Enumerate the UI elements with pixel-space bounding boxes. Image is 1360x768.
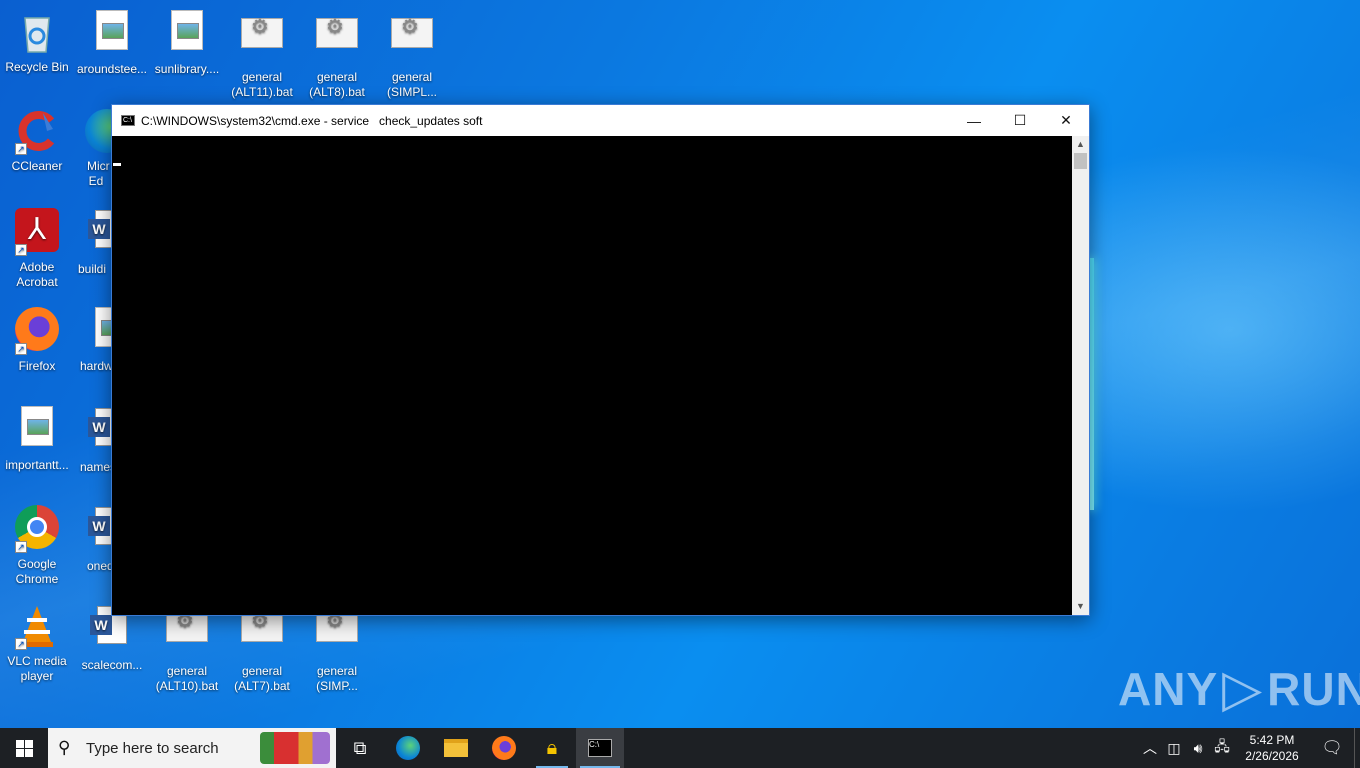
building-doc-icon[interactable]: W buildi xyxy=(75,206,115,277)
acrobat-icon: ⅄ ↗ xyxy=(13,208,61,256)
system-tray: ︿ ◫ 🔊︎ 🖧 5:42 PM 2/26/2026 🗨 xyxy=(1138,728,1360,768)
general-alt11-bat-icon[interactable]: ⚙ general (ALT11).bat xyxy=(225,8,299,100)
taskbar-firefox-button[interactable] xyxy=(480,728,528,768)
batch-file-icon: ⚙ xyxy=(316,17,358,48)
watermark-left-text: ANY xyxy=(1118,663,1219,715)
image-file-icon xyxy=(171,10,203,50)
icon-label: sunlibrary.... xyxy=(154,62,220,76)
search-icon: ⚲ xyxy=(58,738,71,757)
importantt-file-icon[interactable]: importantt... xyxy=(0,404,74,473)
icon-label: Google Chrome xyxy=(15,557,59,586)
adobe-acrobat-desktop-icon[interactable]: ⅄ ↗ Adobe Acrobat xyxy=(0,206,74,290)
show-desktop-button[interactable] xyxy=(1354,728,1360,768)
icon-label: general (ALT8).bat xyxy=(309,70,365,99)
taskbar-clock[interactable]: 5:42 PM 2/26/2026 xyxy=(1234,732,1310,764)
icon-label: Firefox xyxy=(18,359,56,373)
cmd-icon: C:\ xyxy=(588,739,612,757)
edge-desktop-icon[interactable]: Micr Ed xyxy=(75,107,115,189)
file-explorer-icon xyxy=(444,739,468,757)
clock-time: 5:42 PM xyxy=(1249,733,1295,747)
icon-label: general (SIMPL... xyxy=(386,70,437,99)
meet-now-icon[interactable]: ◫ xyxy=(1162,740,1186,757)
chrome-icon: ↗ xyxy=(13,505,61,553)
ccleaner-icon: ↗ xyxy=(13,107,61,155)
console-output[interactable] xyxy=(112,136,1073,615)
start-button[interactable] xyxy=(0,728,48,768)
general-alt8-bat-icon[interactable]: ⚙ general (ALT8).bat xyxy=(300,8,374,100)
firefox-icon xyxy=(492,736,516,760)
taskbar-cmd-button[interactable]: C:\ xyxy=(576,728,624,768)
vertical-scrollbar[interactable]: ▲ ▼ xyxy=(1072,136,1089,615)
icon-label: general (ALT7).bat xyxy=(234,664,290,693)
batch-file-icon: ⚙ xyxy=(241,17,283,48)
recycle-bin-icon xyxy=(13,8,61,56)
names-doc-icon[interactable]: W names xyxy=(75,404,115,475)
vlc-icon: ↗ xyxy=(13,602,61,650)
anyrun-watermark: ANY ▷ RUN xyxy=(1118,654,1360,724)
scroll-thumb[interactable] xyxy=(1074,153,1087,169)
icon-label: buildi xyxy=(78,262,107,276)
hardw-file-icon[interactable]: hardw xyxy=(75,305,115,374)
window-title: C:\WINDOWS\system32\cmd.exe - service ch… xyxy=(141,113,483,128)
watermark-right-text: RUN xyxy=(1267,663,1360,715)
close-button[interactable]: ✕ xyxy=(1043,105,1089,136)
maximize-button[interactable]: ☐ xyxy=(997,105,1043,136)
batch-file-icon: ⚙ xyxy=(316,611,358,642)
show-hidden-icons-chevron-icon[interactable]: ︿ xyxy=(1138,738,1162,758)
batch-file-icon: ⚙ xyxy=(391,17,433,48)
cmd-icon: C:\ xyxy=(121,115,135,126)
google-chrome-desktop-icon[interactable]: ↗ Google Chrome xyxy=(0,503,74,587)
icon-label: general (SIMP... xyxy=(316,664,358,693)
icon-label: CCleaner xyxy=(11,159,63,173)
text-cursor xyxy=(113,163,121,166)
recycle-bin-desktop-icon[interactable]: Recycle Bin xyxy=(0,8,74,75)
firefox-desktop-icon[interactable]: ↗ Firefox xyxy=(0,305,74,374)
firefox-icon: ↗ xyxy=(13,307,61,355)
sunlibrary-file-icon[interactable]: sunlibrary.... xyxy=(150,8,224,77)
play-logo-icon: ▷ xyxy=(1222,660,1264,718)
taskbar-file-explorer-button[interactable] xyxy=(432,728,480,768)
icon-label: Recycle Bin xyxy=(5,60,69,74)
search-placeholder: Type here to search xyxy=(86,739,219,757)
icon-label: VLC media player xyxy=(7,654,67,683)
taskbar: ⚲ Type here to search ⧉ 🔒︎ C:\ ︿ ◫ 🔊︎ 🖧 … xyxy=(0,728,1360,768)
oned-doc-icon[interactable]: W oned xyxy=(75,503,115,574)
taskbar-search-box[interactable]: ⚲ Type here to search xyxy=(48,728,336,768)
network-icon[interactable]: 🖧 xyxy=(1210,736,1234,760)
icon-label: aroundstee... xyxy=(76,62,148,76)
icon-label: oned xyxy=(87,559,114,573)
icon-label: general (ALT10).bat xyxy=(155,664,219,693)
aroundstee-file-icon[interactable]: aroundstee... xyxy=(75,8,149,77)
icon-label: general (ALT11).bat xyxy=(231,70,293,99)
ccleaner-desktop-icon[interactable]: ↗ CCleaner xyxy=(0,107,74,174)
task-view-button[interactable]: ⧉ xyxy=(336,728,384,768)
volume-icon[interactable]: 🔊︎ xyxy=(1186,740,1210,757)
image-file-icon xyxy=(96,10,128,50)
minimize-button[interactable]: — xyxy=(951,105,997,136)
edge-icon xyxy=(396,736,420,760)
icon-label: scalecom... xyxy=(81,658,143,672)
scroll-up-arrow-icon[interactable]: ▲ xyxy=(1072,136,1089,153)
icon-label: Adobe Acrobat xyxy=(16,260,58,289)
icon-label: hardw xyxy=(80,359,113,373)
window-titlebar[interactable]: C:\ C:\WINDOWS\system32\cmd.exe - servic… xyxy=(112,105,1089,136)
scroll-down-arrow-icon[interactable]: ▼ xyxy=(1072,598,1089,615)
general-simpl-bat-icon[interactable]: ⚙ general (SIMPL... xyxy=(375,8,449,100)
icon-label: Micr Ed xyxy=(87,159,110,188)
icon-label: importantt... xyxy=(5,458,69,472)
notification-center-icon[interactable]: 🗨 xyxy=(1310,738,1354,758)
task-view-icon: ⧉ xyxy=(353,737,367,758)
icon-label: names xyxy=(80,460,115,474)
batch-file-icon: ⚙ xyxy=(241,611,283,642)
clock-date: 2/26/2026 xyxy=(1245,749,1299,763)
cmd-window[interactable]: C:\ C:\WINDOWS\system32\cmd.exe - servic… xyxy=(111,104,1090,616)
search-highlight-art xyxy=(260,732,330,764)
batch-file-icon: ⚙ xyxy=(166,611,208,642)
taskbar-edge-button[interactable] xyxy=(384,728,432,768)
windows-logo-icon xyxy=(15,739,33,757)
taskbar-lock-app-button[interactable]: 🔒︎ xyxy=(528,728,576,768)
image-file-icon xyxy=(21,406,53,446)
lock-app-icon: 🔒︎ xyxy=(546,736,558,759)
vlc-desktop-icon[interactable]: ↗ VLC media player xyxy=(0,602,74,684)
